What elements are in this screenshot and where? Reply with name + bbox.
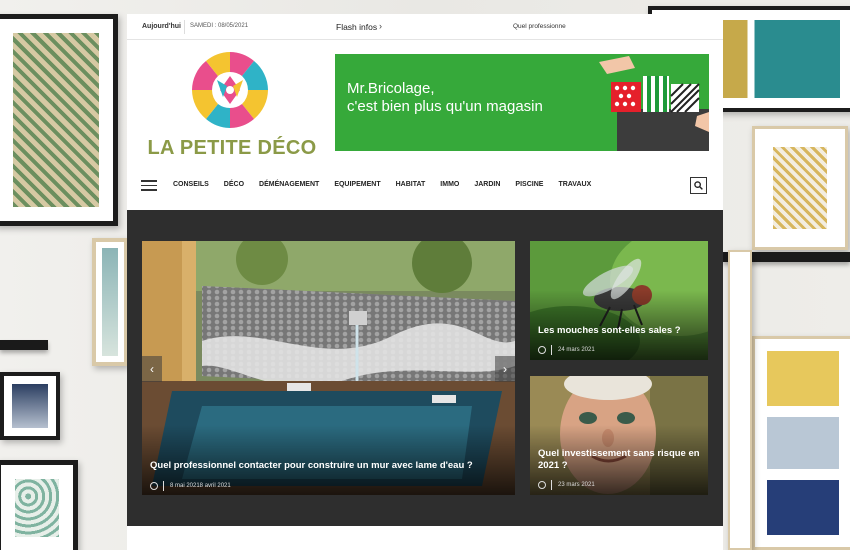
article-meta: 23 mars 2021	[538, 480, 595, 490]
wall-shelf	[0, 340, 48, 350]
page-footer-area	[127, 526, 723, 550]
article-date: 8 mai 20218 avril 2021	[170, 483, 231, 489]
divider	[184, 20, 185, 34]
logo-mark-icon	[192, 52, 268, 128]
main-navigation: CONSEILS DÉCO DÉMÉNAGEMENT EQUIPEMENT HA…	[173, 181, 606, 188]
wall-frame	[92, 238, 128, 366]
logo-text: LA PETITE DÉCO	[147, 137, 317, 159]
nav-item-conseils[interactable]: CONSEILS	[173, 181, 209, 188]
article-date: 24 mars 2021	[558, 347, 595, 353]
wall-frame	[0, 372, 60, 440]
prev-slide-button[interactable]: ‹	[142, 356, 162, 382]
nav-item-immo[interactable]: IMMO	[440, 181, 459, 188]
wall-frame	[752, 126, 848, 250]
website-page: Aujourd'hui SAMEDI : 08/05/2021 Flash in…	[127, 14, 723, 550]
nav-item-jardin[interactable]: JARDIN	[474, 181, 500, 188]
article-meta: 24 mars 2021	[538, 345, 595, 355]
featured-article-side[interactable]: Les mouches sont-elles sales ? 24 mars 2…	[530, 241, 708, 360]
article-title[interactable]: Quel investissement sans risque en 2021 …	[538, 448, 706, 472]
nav-item-habitat[interactable]: HABITAT	[396, 181, 426, 188]
nav-item-demenagement[interactable]: DÉMÉNAGEMENT	[259, 181, 319, 188]
search-button[interactable]	[690, 177, 707, 194]
featured-article-side[interactable]: Quel investissement sans risque en 2021 …	[530, 376, 708, 495]
nav-item-deco[interactable]: DÉCO	[224, 181, 244, 188]
clock-icon	[150, 482, 158, 490]
ad-line-2: c'est bien plus qu'un magasin	[347, 98, 543, 115]
search-icon	[694, 181, 703, 190]
featured-article-main[interactable]: ‹ › Quel professionnel contacter pour co…	[142, 241, 515, 495]
next-slide-button[interactable]: ›	[495, 356, 515, 382]
top-bar: Aujourd'hui SAMEDI : 08/05/2021 Flash in…	[127, 14, 723, 40]
current-date: SAMEDI : 08/05/2021	[190, 23, 249, 29]
wall-frame	[0, 14, 118, 226]
wall-frame	[728, 250, 752, 550]
divider	[163, 481, 164, 491]
nav-item-piscine[interactable]: PISCINE	[515, 181, 543, 188]
ad-line-1: Mr.Bricolage,	[347, 80, 435, 97]
menu-icon[interactable]	[141, 180, 157, 191]
article-date: 23 mars 2021	[558, 482, 595, 488]
site-logo[interactable]: LA PETITE DÉCO	[141, 50, 323, 166]
featured-section: ‹ › Quel professionnel contacter pour co…	[127, 210, 723, 526]
nav-item-travaux[interactable]: TRAVAUX	[558, 181, 591, 188]
article-meta: 8 mai 20218 avril 2021	[150, 481, 231, 491]
clock-icon	[538, 346, 546, 354]
article-title[interactable]: Quel professionnel contacter pour constr…	[150, 460, 505, 472]
news-ticker-link[interactable]: Quel professionne	[513, 23, 566, 30]
nav-item-equipement[interactable]: EQUIPEMENT	[334, 181, 380, 188]
article-title[interactable]: Les mouches sont-elles sales ?	[538, 325, 704, 337]
flash-news-label: Flash infos	[336, 22, 378, 32]
ad-text: Mr.Bricolage, c'est bien plus qu'un maga…	[347, 80, 587, 116]
today-label: Aujourd'hui	[142, 23, 181, 30]
chevron-right-icon[interactable]: ›	[379, 21, 382, 31]
wall-frame	[0, 460, 78, 550]
advertisement-banner[interactable]: Mr.Bricolage, c'est bien plus qu'un maga…	[335, 54, 709, 151]
clock-icon	[538, 481, 546, 489]
wall-frame	[752, 336, 850, 550]
ad-illustration-icon	[599, 56, 709, 151]
divider	[551, 480, 552, 490]
divider	[551, 345, 552, 355]
